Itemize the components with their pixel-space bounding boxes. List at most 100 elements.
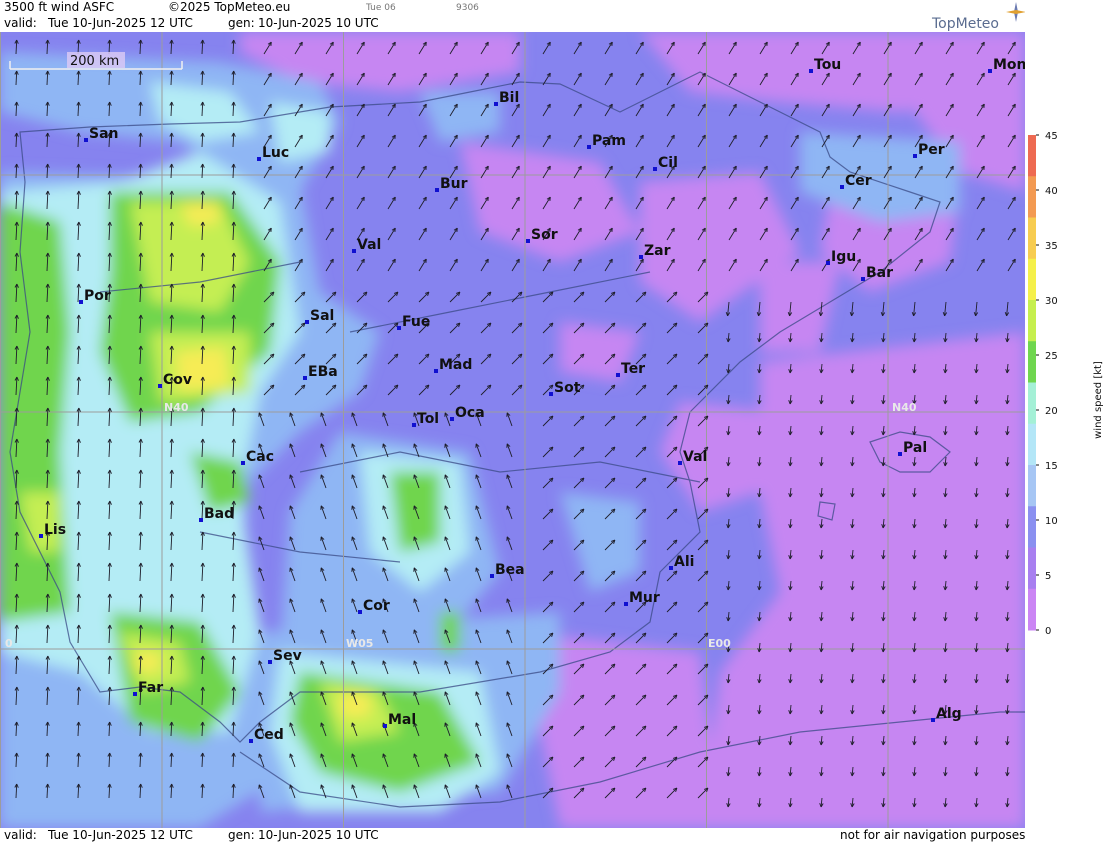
city-label: Zar [644, 243, 671, 259]
city-sot[interactable]: Sot [549, 380, 581, 396]
legend-tick-label: 20 [1045, 406, 1058, 417]
city-tol[interactable]: Tol [412, 411, 439, 427]
city-zar[interactable]: Zar [639, 243, 671, 259]
city-marker [494, 102, 498, 106]
legend-swatch [1028, 465, 1036, 507]
city-per[interactable]: Per [913, 142, 945, 158]
city-bar[interactable]: Bar [861, 265, 893, 281]
city-label: Cov [163, 372, 192, 388]
city-label: Mal [388, 712, 416, 728]
city-marker [133, 692, 137, 696]
city-label: Cer [845, 173, 872, 189]
city-mal[interactable]: Mal [383, 712, 416, 728]
city-marker [412, 423, 416, 427]
legend-swatch [1028, 218, 1036, 260]
copyright: ©2025 TopMeteo.eu [168, 0, 290, 14]
gen-time: 10-Jun-2025 10 UTC [258, 16, 379, 30]
city-marker [450, 417, 454, 421]
city-marker [931, 718, 935, 722]
city-igu[interactable]: Igu [826, 249, 856, 265]
city-mur[interactable]: Mur [624, 590, 660, 606]
legend-tick-label: 40 [1045, 186, 1058, 197]
city-marker [305, 320, 309, 324]
city-ced[interactable]: Ced [249, 727, 284, 743]
city-tou[interactable]: Tou [809, 57, 841, 73]
city-sal[interactable]: Sal [305, 308, 334, 324]
city-val1[interactable]: Val [352, 237, 381, 253]
header-valid: valid: Tue 10-Jun-2025 12 UTC gen: 10-Ju… [0, 16, 1025, 31]
legend-tick-label: 0 [1045, 626, 1051, 637]
city-sor[interactable]: Sor [526, 227, 558, 243]
legend-swatch [1028, 341, 1036, 383]
lat-n40-label: N40 [164, 401, 189, 414]
city-marker [826, 261, 830, 265]
city-label: Val [357, 237, 381, 253]
city-fue[interactable]: Fue [397, 314, 430, 330]
footer-gen-time: 10-Jun-2025 10 UTC [258, 828, 379, 842]
legend-tick-label: 45 [1045, 131, 1058, 142]
city-por[interactable]: Por [79, 288, 111, 304]
city-sev[interactable]: Sev [268, 648, 302, 664]
legend-canvas: 454035302520151050 wind speed [kt] [1025, 0, 1117, 843]
city-label: Sor [531, 227, 558, 243]
city-oca[interactable]: Oca [450, 405, 485, 421]
city-cac[interactable]: Cac [241, 449, 274, 465]
city-cov[interactable]: Cov [158, 372, 192, 388]
city-mon[interactable]: Mon [988, 57, 1025, 73]
city-label: Mad [439, 357, 472, 373]
legend-swatch [1028, 589, 1036, 631]
run-day: Tue 06 [366, 3, 396, 13]
scale-bar-label: 200 km [70, 54, 119, 69]
city-label: Bil [499, 90, 519, 106]
city-ter[interactable]: Ter [616, 361, 645, 377]
city-label: Cor [363, 598, 390, 614]
city-alg[interactable]: Alg [931, 706, 962, 722]
legend-swatch [1028, 548, 1036, 590]
city-cor[interactable]: Cor [358, 598, 390, 614]
legend-ticks: 454035302520151050 [1036, 131, 1058, 637]
city-marker [549, 392, 553, 396]
city-marker [199, 518, 203, 522]
city-val2[interactable]: Val [678, 449, 707, 465]
city-label: Cac [246, 449, 274, 465]
city-label: Sot [554, 380, 581, 396]
city-mad[interactable]: Mad [434, 357, 472, 373]
city-pam[interactable]: Pam [587, 133, 626, 149]
wind-map[interactable]: N40 N40 W05 E00 0 SanLucBilPamCilTouMonP… [0, 32, 1025, 828]
city-bad[interactable]: Bad [199, 506, 234, 522]
city-label: Sal [310, 308, 334, 324]
city-label: Fue [402, 314, 430, 330]
city-far[interactable]: Far [133, 680, 163, 696]
city-label: Pal [903, 440, 927, 456]
wind-zone-yellow [135, 652, 160, 672]
city-label: Luc [262, 145, 289, 161]
city-luc[interactable]: Luc [257, 145, 289, 161]
legend-swatch [1028, 135, 1036, 177]
footer: valid: Tue 10-Jun-2025 12 UTC gen: 10-Ju… [0, 828, 1025, 843]
city-marker [616, 373, 620, 377]
city-bea[interactable]: Bea [490, 562, 525, 578]
city-eba[interactable]: EBa [303, 364, 338, 380]
city-bur[interactable]: Bur [435, 176, 468, 192]
city-label: Val [683, 449, 707, 465]
city-marker [809, 69, 813, 73]
city-marker [678, 461, 682, 465]
valid-time: Tue 10-Jun-2025 12 UTC [48, 16, 193, 30]
lon-w10-label: 0 [5, 637, 13, 650]
city-label: Mon [993, 57, 1025, 73]
city-label: Bad [204, 506, 234, 522]
city-marker [257, 157, 261, 161]
city-label: Per [918, 142, 945, 158]
city-lis[interactable]: Lis [39, 522, 66, 538]
logo-text: TopMeteo [932, 16, 999, 32]
city-marker [988, 69, 992, 73]
city-san[interactable]: San [84, 126, 119, 142]
city-marker [358, 610, 362, 614]
city-cer[interactable]: Cer [840, 173, 872, 189]
legend-tick-label: 35 [1045, 241, 1058, 252]
city-pal[interactable]: Pal [898, 440, 927, 456]
city-label: Ali [674, 554, 694, 570]
legend-tick-label: 30 [1045, 296, 1058, 307]
city-label: San [89, 126, 119, 142]
city-marker [434, 369, 438, 373]
